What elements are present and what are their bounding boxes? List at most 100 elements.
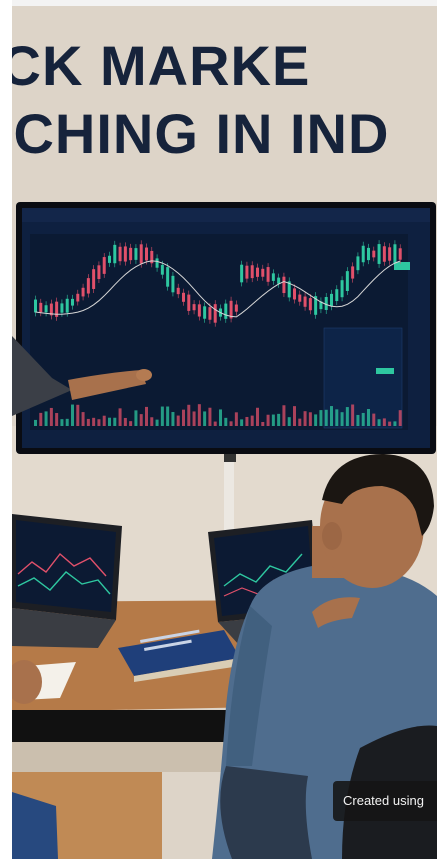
screen-candle	[250, 265, 254, 279]
screen-volume-bar	[39, 412, 43, 426]
screen-volume-bar	[176, 415, 180, 426]
screen-candle	[34, 299, 37, 313]
screen-candle	[293, 288, 296, 300]
screen-volume-bar	[49, 407, 53, 426]
screen-candle	[123, 246, 127, 262]
screen-volume-bar	[229, 421, 233, 426]
screen-volume-bar	[102, 415, 106, 426]
screen-volume-bar	[266, 414, 270, 426]
screen-candle	[86, 278, 90, 294]
screen-volume-bar	[197, 404, 201, 426]
screen-candle	[367, 247, 370, 261]
screen-volume-bar	[377, 419, 381, 426]
screen-volume-bar	[203, 411, 207, 426]
poster-headline-line1: OCK MARKE	[12, 34, 311, 97]
screen-candle	[308, 298, 312, 311]
screen-candle	[118, 246, 122, 262]
left-margin	[0, 0, 12, 859]
screen-volume-bar	[319, 410, 323, 426]
screen-volume-bar	[340, 412, 344, 426]
screen-volume-bar	[60, 419, 64, 426]
screen-volume-bar	[108, 417, 111, 426]
screen-candle	[388, 247, 392, 261]
screen-candle	[139, 244, 143, 264]
screen-volume-bar	[324, 409, 328, 426]
screen-volume-bar	[372, 413, 376, 426]
screen-candle	[134, 248, 138, 260]
screen-volume-bar	[277, 413, 281, 426]
screen-volume-bar	[261, 421, 265, 426]
screen-volume-bar	[81, 412, 85, 426]
screen-candle	[382, 246, 386, 262]
screen-candle	[372, 250, 376, 258]
screen-candle	[256, 267, 259, 277]
screen-volume-bar	[224, 417, 228, 426]
screen-volume-bar	[92, 417, 96, 426]
screen-volume-bar	[71, 404, 74, 426]
screen-candle	[44, 305, 48, 313]
screen-volume-bar	[76, 404, 80, 426]
screen-candle	[208, 307, 212, 320]
screen-volume-bar	[150, 417, 154, 426]
screen-volume-bar	[86, 418, 90, 426]
screen-candle	[71, 298, 74, 306]
screen-volume-bar	[245, 416, 249, 426]
screen-volume-bar	[314, 414, 318, 426]
screen-candle	[102, 257, 106, 274]
laptop-left	[12, 514, 122, 648]
screen-candle	[76, 293, 80, 302]
screen-volume-bar	[271, 414, 275, 426]
screen-volume-bar	[351, 404, 355, 426]
screen-volume-bar	[192, 411, 196, 426]
screen-volume-bar	[118, 408, 122, 426]
screen-volume-bar	[129, 421, 133, 426]
screen-candle	[393, 244, 397, 264]
screen-candle	[351, 266, 355, 279]
screen-volume-bar	[34, 419, 37, 426]
screen-volume-bar	[55, 413, 59, 426]
screen-volume-bar	[134, 410, 138, 426]
screen-candle	[224, 303, 228, 319]
screen-candle	[330, 293, 333, 307]
screen-volume-bar	[298, 418, 302, 426]
screen-volume-bar	[398, 410, 402, 426]
screen-candle	[187, 294, 191, 311]
screen-candle	[197, 304, 201, 317]
screen-volume-bar	[345, 407, 349, 426]
screen-volume-bar	[113, 417, 117, 426]
screen-candle	[266, 267, 270, 282]
screen-candle	[81, 287, 85, 297]
screen-candle	[166, 267, 170, 287]
screen-volume-bar	[330, 406, 333, 426]
screen-volume-bar	[65, 418, 69, 426]
screen-volume-bar	[303, 411, 307, 426]
screen-candle	[240, 264, 244, 283]
screen-volume-bar	[182, 409, 185, 426]
screen-candle	[245, 265, 249, 279]
screen-volume-bar	[393, 421, 397, 426]
screen-candle	[155, 258, 159, 268]
screen-volume-bar	[367, 409, 370, 426]
screen-volume-bar	[166, 406, 170, 426]
screen-candle	[97, 265, 101, 279]
screen-volume-bar	[308, 412, 312, 426]
screen-candle	[129, 247, 133, 261]
screen-candle	[60, 303, 64, 313]
screen-volume-bar	[234, 412, 238, 426]
screen-candle	[277, 277, 281, 284]
screen-candle	[345, 271, 349, 291]
screen-candle	[65, 298, 69, 313]
created-using-badge: Created using	[333, 781, 437, 821]
screen-candle	[377, 244, 381, 264]
screen-candle	[176, 287, 180, 295]
screen-candle	[271, 273, 275, 281]
screen-volume-bar	[187, 404, 191, 426]
screen-volume-bar	[335, 409, 339, 426]
screen-volume-bar	[213, 421, 217, 426]
screen-volume-bar	[139, 414, 143, 426]
screen-volume-bar	[44, 411, 48, 426]
screen-candle	[108, 255, 111, 263]
screen-candle	[171, 275, 175, 293]
screen-candle	[261, 268, 265, 277]
image-frame: OCK MARKE ACHING IN IND Created using	[0, 0, 437, 859]
